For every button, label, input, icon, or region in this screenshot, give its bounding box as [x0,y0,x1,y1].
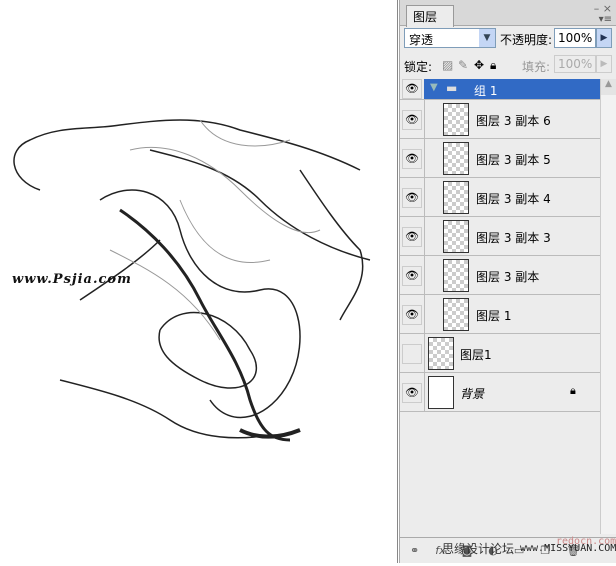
panel-menu-icon[interactable]: ▾≡ [599,14,612,25]
eye-icon[interactable]: 👁︎ [402,227,422,247]
layer-thumbnail [443,181,469,214]
layer-thumbnail [443,142,469,175]
lock-pixels-icon[interactable]: ✎ [458,58,468,72]
layer-name: 图层 3 副本 6 [476,114,551,128]
lock-all-icon[interactable]: 🔒︎ [490,58,496,73]
layer-name: 图层 3 副本 [476,270,540,284]
layers-scrollbar[interactable]: ▲ [600,79,616,534]
layer-thumbnail [428,376,454,409]
document-canvas[interactable]: www.Psjia.com [0,0,398,563]
layer-thumbnail [443,220,469,253]
layer-row[interactable]: 👁︎ 图层 3 副本 6 [400,100,600,139]
tab-layers[interactable]: 图层× [406,5,454,39]
lock-transparency-icon[interactable]: ▨ [442,58,453,72]
lock-icon: 🔒︎ [570,384,576,397]
layer-thumbnail [443,103,469,136]
opacity-label: 不透明度: [500,33,553,47]
fill-input[interactable]: 100% [554,55,596,73]
fill-slider-button[interactable]: ▶ [596,55,612,73]
opacity-slider-button[interactable]: ▶ [596,28,612,48]
eye-icon[interactable]: 👁︎ [402,79,422,99]
layer-thumbnail [428,337,454,370]
opacity-input[interactable]: 100% [554,28,596,48]
eye-icon[interactable]: 👁︎ [402,305,422,325]
group-name: 组 1 [474,84,498,98]
layer-group-row[interactable]: 👁︎ ▼ ▬ 组 1 [400,79,600,100]
folder-icon: ▬ [446,81,458,95]
visibility-toggle-empty[interactable] [402,344,422,364]
layer-name: 图层 1 [476,309,512,323]
layer-name: 图层 3 副本 5 [476,153,551,167]
eye-icon[interactable]: 👁︎ [402,149,422,169]
layer-row[interactable]: 👁︎ 图层 3 副本 3 [400,217,600,256]
watermark-redocn: redocn.com [556,536,616,547]
link-icon[interactable]: ⚭ [410,544,419,557]
eye-icon[interactable]: 👁︎ [402,266,422,286]
chevron-down-icon: ▼ [479,29,495,47]
eye-icon[interactable]: 👁︎ [402,110,422,130]
scroll-up-icon[interactable]: ▲ [601,79,616,95]
blend-mode-value: 穿透 [409,33,434,47]
layer-row[interactable]: 图层1 [400,334,600,373]
layers-list: 👁︎ ▼ ▬ 组 1 👁︎ 图层 3 副本 6 👁︎ 图层 3 副本 5 👁︎ 图层 … [400,79,600,534]
layers-panel: 图层× – × ▾≡ 穿透▼ 不透明度: 100% ▶ 锁定: ▨ ✎ ✥ 🔒︎… [399,0,616,563]
blend-mode-select[interactable]: 穿透 ▼ [404,28,496,48]
layer-name: 图层 3 副本 4 [476,192,551,206]
lock-label: 锁定: [404,60,433,74]
layer-thumbnail [443,298,469,331]
layer-row[interactable]: 👁︎ 背景 🔒︎ [400,373,600,412]
fill-label: 填充: [522,60,551,74]
layer-row[interactable]: 👁︎ 图层 3 副本 5 [400,139,600,178]
tab-label: 图层 [413,10,438,24]
watermark-text: www.Psjia.com [12,272,132,287]
eye-icon[interactable]: 👁︎ [402,383,422,403]
layer-row[interactable]: 👁︎ 图层 3 副本 [400,256,600,295]
layer-row[interactable]: 👁︎ 图层 1 [400,295,600,334]
layer-row[interactable]: 👁︎ 图层 3 副本 4 [400,178,600,217]
layer-name: 背景 [460,387,485,401]
layer-name: 图层 3 副本 3 [476,231,551,245]
expand-triangle-icon[interactable]: ▼ [430,82,438,93]
watermark-forum: 思缘设计论坛 [442,542,515,556]
layer-thumbnail [443,259,469,292]
layer-name: 图层1 [460,348,492,362]
eye-icon[interactable]: 👁︎ [402,188,422,208]
lock-position-icon[interactable]: ✥ [474,58,484,72]
